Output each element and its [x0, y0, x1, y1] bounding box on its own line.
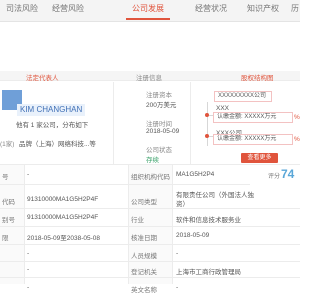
table-row-border [0, 184, 250, 185]
view-more-button[interactable]: 查看更多 [241, 153, 278, 163]
capital-value: 200万美元 [146, 102, 177, 109]
table-label: 英文名称 [131, 287, 157, 294]
table-value: 上海市工商行政管理局 [176, 269, 241, 276]
table-value: 2018-05-09至2038-05-08 [27, 235, 100, 242]
table-label: 号 [2, 174, 9, 181]
nav-tab-judicial-risk[interactable]: 司法风险 [0, 0, 44, 22]
table-label: 限 [2, 235, 9, 242]
equity-bottom-entity[interactable]: 认缴金额: XXXXX万元 [213, 134, 293, 145]
equity-mid-label: XXX [216, 105, 230, 112]
equity-connector [207, 102, 208, 146]
table-divider [128, 165, 129, 284]
left-label-column [0, 165, 24, 284]
equity-node-icon [205, 134, 209, 138]
table-label: 公司类型 [131, 199, 157, 206]
score-label: 评分 [268, 174, 281, 180]
table-value: - [27, 284, 30, 291]
nav-tab-company-development[interactable]: 公司发展 [126, 0, 170, 22]
equity-bottom-subtext: 认缴金额: XXXXX万元 [217, 136, 277, 142]
top-nav: 司法风险 经营风险 公司发展 经营状况 知识产权 历 [0, 0, 300, 22]
table-label: 行业 [131, 217, 144, 224]
table-value: 91310000MA1G5H2P4F [27, 196, 99, 203]
table-label: 组织机构代码 [131, 174, 170, 181]
column-divider [190, 82, 191, 164]
score-value: 74 [281, 167, 295, 181]
table-divider [24, 165, 25, 284]
registration-title: 注册信息 [136, 75, 162, 82]
table-value: 有限责任公司（外国法人独资） [176, 192, 254, 208]
table-row-border [0, 244, 300, 245]
equity-percent-mark: % [294, 136, 300, 143]
legal-rep-name-link[interactable]: KIM CHANGHAN [17, 104, 86, 116]
nav-tab-history[interactable]: 历 [289, 0, 301, 22]
nav-tab-operating-status[interactable]: 经营状况 [189, 0, 233, 22]
table-label: 代码 [2, 199, 15, 206]
table-value: - [176, 284, 179, 291]
reg-date-label: 注册时间 [146, 121, 172, 128]
table-label: 登记机关 [131, 269, 157, 276]
table-value: - [27, 171, 30, 178]
equity-mid-subtext: 认缴金额: XXXXX万元 [217, 114, 277, 120]
equity-mid-entity[interactable]: 认缴金额: XXXXX万元 [213, 112, 293, 123]
legal-rep-company-link[interactable]: 品牌（上海）网络科技...等 [19, 138, 96, 148]
table-value: 软件和信息技术服务业 [176, 217, 241, 224]
equity-title: 股权结构图 [241, 75, 274, 82]
table-value: 91310000MA1G5H2P4F [27, 214, 99, 221]
equity-node-icon [205, 113, 209, 117]
table-row-border [0, 226, 300, 227]
table-value: - [27, 250, 30, 257]
table-divider [172, 165, 173, 284]
table-row-border [0, 261, 300, 262]
table-value: MA1G5H2P4 [176, 171, 215, 178]
table-label: 人员规模 [131, 253, 157, 260]
table-value: - [27, 266, 30, 273]
table-row-border [0, 208, 300, 209]
capital-label: 注册资本 [146, 92, 172, 99]
reg-date-value: 2018-05-09 [146, 128, 180, 135]
nav-tab-intellectual-property[interactable]: 知识产权 [241, 0, 285, 22]
nav-tab-operating-risk[interactable]: 经营风险 [46, 0, 90, 22]
table-value: - [176, 250, 179, 257]
legal-rep-side-count: (1家) [0, 141, 15, 148]
table-value: 2018-05-09 [176, 232, 210, 239]
equity-top-entity[interactable]: XXXXXXXXX公司 [214, 91, 272, 102]
legal-rep-related-text: 他有 1 家公司，分布如下 [16, 122, 89, 129]
table-label: 核准日期 [131, 235, 157, 242]
status-label: 公司状态 [146, 147, 172, 154]
table-label: 别号 [2, 217, 15, 224]
table-row-border [0, 277, 300, 278]
column-divider [113, 82, 114, 164]
equity-percent-mark: % [294, 114, 300, 121]
legal-rep-title: 法定代表人 [26, 75, 59, 82]
status-badge: 存续 [146, 157, 159, 164]
